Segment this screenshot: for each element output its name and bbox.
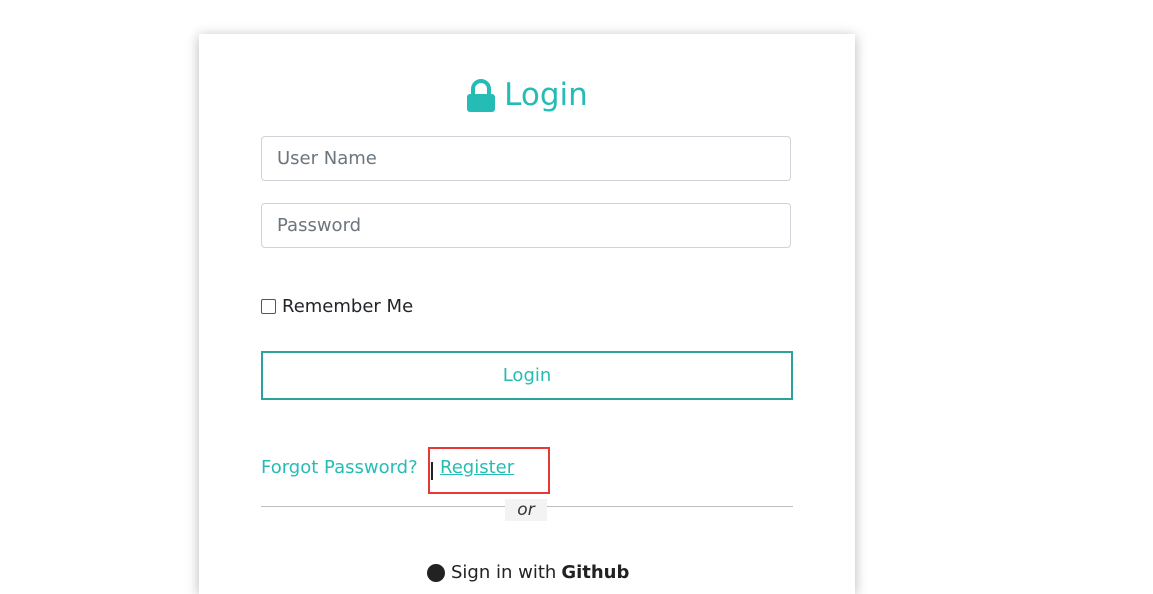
auth-links: Forgot Password? [261, 457, 418, 478]
login-card: Login Remember Me Login Forgot Password?… [199, 34, 855, 594]
lock-icon [467, 79, 496, 112]
text-cursor [431, 462, 433, 480]
username-field[interactable] [261, 136, 791, 181]
password-input[interactable] [277, 215, 775, 236]
remember-me-checkbox[interactable] [261, 299, 276, 314]
username-input[interactable] [277, 148, 775, 169]
remember-me[interactable]: Remember Me [261, 296, 413, 317]
github-icon [427, 563, 445, 582]
login-title: Login [199, 72, 855, 118]
forgot-password-link[interactable]: Forgot Password? [261, 457, 418, 478]
or-label: or [505, 499, 547, 521]
github-signin-provider: Github [561, 562, 630, 583]
github-signin-prefix: Sign in with [451, 562, 557, 583]
password-field[interactable] [261, 203, 791, 248]
login-button[interactable]: Login [261, 351, 793, 400]
login-title-text: Login [504, 77, 588, 113]
github-signin-button[interactable]: Sign in with Github [427, 562, 629, 583]
remember-me-label[interactable]: Remember Me [282, 296, 413, 317]
register-link[interactable]: Register [440, 457, 514, 478]
